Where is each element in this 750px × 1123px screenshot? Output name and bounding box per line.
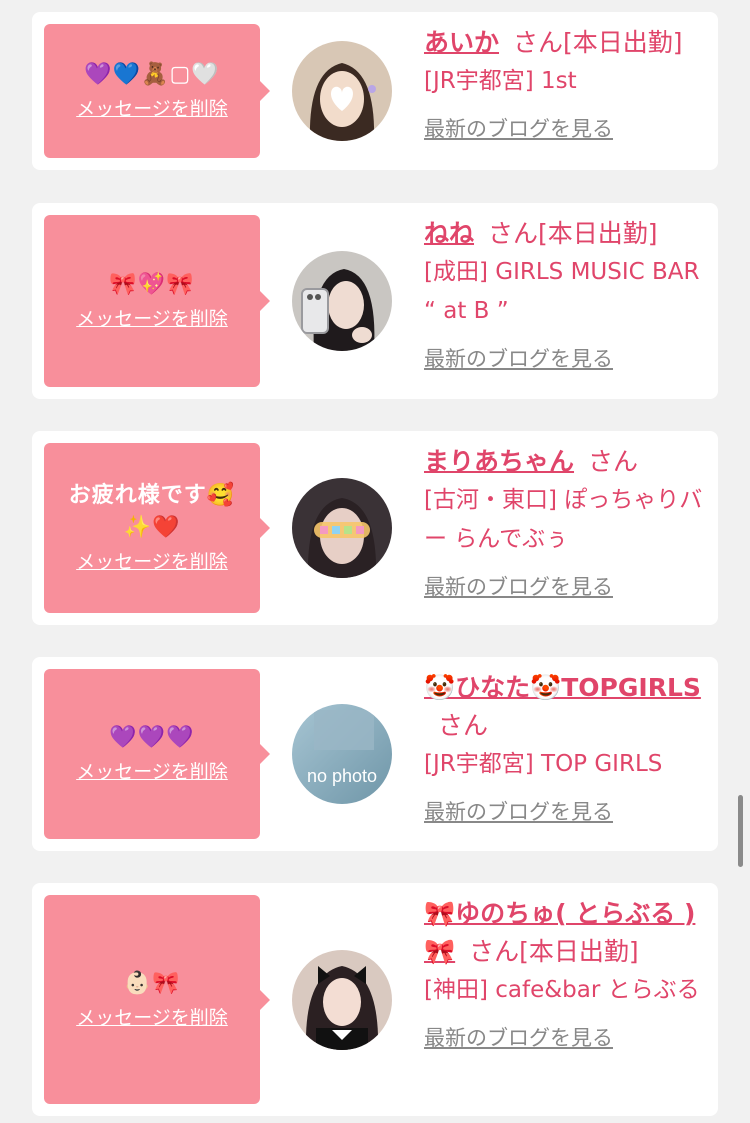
cast-info: 🎀ゆのちゅ( とらぶる )🎀 さん[本日出勤] [神田] cafe&bar とらぶ… <box>424 895 714 1052</box>
scrollbar[interactable] <box>738 795 743 867</box>
name-line: あいか さん[本日出勤] <box>424 24 714 62</box>
latest-blog-link[interactable]: 最新のブログを見る <box>424 571 613 601</box>
delete-message-link[interactable]: メッセージを削除 <box>76 548 228 576</box>
cast-name-link[interactable]: まりあちゃん <box>424 447 574 476</box>
delete-message-link[interactable]: メッセージを削除 <box>76 305 228 333</box>
message-card: 🎀💖🎀 メッセージを削除 ねね さん[本日出勤] [成田] GIRLS MUSIC… <box>32 203 718 399</box>
avatar[interactable] <box>292 251 392 351</box>
message-text: 💜💜💜 <box>109 722 194 754</box>
status-badge: [本日出勤] <box>519 937 639 966</box>
message-text: 🎀💖🎀 <box>109 269 194 301</box>
latest-blog-link[interactable]: 最新のブログを見る <box>424 343 613 373</box>
shop-name: [神田] cafe&bar とらぶる <box>424 977 700 1003</box>
latest-blog-link[interactable]: 最新のブログを見る <box>424 113 613 143</box>
cast-name-link[interactable]: 🤡ひなた🤡TOPGIRLS <box>424 673 701 702</box>
message-card: 💜💙🧸▢🤍 メッセージを削除 あいか さん[本日出勤] [JR宇都宮] 1st 最… <box>32 12 718 170</box>
honorific: さん <box>513 28 564 57</box>
cast-info: 🤡ひなた🤡TOPGIRLS さん [JR宇都宮] TOP GIRLS 最新のブログ… <box>424 669 714 826</box>
message-bubble: 💜💜💜 メッセージを削除 <box>44 669 270 839</box>
message-bubble: 💜💙🧸▢🤍 メッセージを削除 <box>44 24 270 158</box>
message-emoji: 👶🏻🎀 <box>123 970 181 996</box>
message-text: 👶🏻🎀 <box>124 968 181 1000</box>
latest-blog-link[interactable]: 最新のブログを見る <box>424 796 613 826</box>
cast-name-link[interactable]: あいか <box>424 28 499 57</box>
delete-message-link[interactable]: メッセージを削除 <box>76 758 228 786</box>
message-card: お疲れ様です🥰 ✨❤️ メッセージを削除 まりあちゃん さん [古河・東口] ぽっ… <box>32 431 718 625</box>
delete-message-link[interactable]: メッセージを削除 <box>76 95 228 123</box>
honorific: さん <box>469 937 520 966</box>
status-badge: [本日出勤] <box>538 219 658 248</box>
avatar-no-photo[interactable]: no photo <box>292 704 392 804</box>
message-emoji: 🎀💖🎀 <box>109 272 195 297</box>
name-line: 🤡ひなた🤡TOPGIRLS さん <box>424 669 714 745</box>
name-line: ねね さん[本日出勤] <box>424 215 714 253</box>
name-line: 🎀ゆのちゅ( とらぶる )🎀 さん[本日出勤] <box>424 895 714 971</box>
delete-message-link[interactable]: メッセージを削除 <box>76 1004 228 1032</box>
message-body: お疲れ様です <box>68 483 207 508</box>
cast-info: まりあちゃん さん [古河・東口] ぽっちゃりバー らんでぶぅ 最新のブログを見る <box>424 443 714 601</box>
honorific: さん <box>438 711 489 740</box>
cast-info: あいか さん[本日出勤] [JR宇都宮] 1st 最新のブログを見る <box>424 24 714 143</box>
status-badge: [本日出勤] <box>563 28 683 57</box>
avatar[interactable] <box>292 41 392 141</box>
message-bubble: 🎀💖🎀 メッセージを削除 <box>44 215 270 387</box>
message-card: 👶🏻🎀 メッセージを削除 🎀ゆのちゅ( とらぶる )🎀 さん[本日出勤] [神田]… <box>32 883 718 1116</box>
cast-info: ねね さん[本日出勤] [成田] GIRLS MUSIC BAR “ at B ”… <box>424 215 714 373</box>
message-text: 💜💙🧸▢🤍 <box>84 59 219 91</box>
avatar[interactable] <box>292 478 392 578</box>
message-list: 💜💙🧸▢🤍 メッセージを削除 あいか さん[本日出勤] [JR宇都宮] 1st 最… <box>0 0 750 1123</box>
shop-name: [成田] GIRLS MUSIC BAR “ at B ” <box>424 259 700 324</box>
shop-name: [JR宇都宮] TOP GIRLS <box>424 751 663 777</box>
message-emoji: 💜💙🧸▢🤍 <box>84 62 220 87</box>
message-bubble: お疲れ様です🥰 ✨❤️ メッセージを削除 <box>44 443 270 613</box>
message-emoji: 💜💜💜 <box>109 725 195 750</box>
honorific: さん <box>488 219 539 248</box>
avatar[interactable] <box>292 950 392 1050</box>
honorific: さん <box>588 447 639 476</box>
message-card: 💜💜💜 メッセージを削除 no photo 🤡ひなた🤡TOPGIRLS さん [J… <box>32 657 718 851</box>
name-line: まりあちゃん さん <box>424 443 714 481</box>
message-bubble: 👶🏻🎀 メッセージを削除 <box>44 895 270 1104</box>
no-photo-text: no photo <box>307 766 377 786</box>
shop-name: [古河・東口] ぽっちゃりバー らんでぶぅ <box>424 487 703 552</box>
cast-name-link[interactable]: ねね <box>424 219 474 248</box>
shop-name: [JR宇都宮] 1st <box>424 68 577 94</box>
message-text: お疲れ様です🥰 ✨❤️ <box>52 480 252 544</box>
latest-blog-link[interactable]: 最新のブログを見る <box>424 1022 613 1052</box>
